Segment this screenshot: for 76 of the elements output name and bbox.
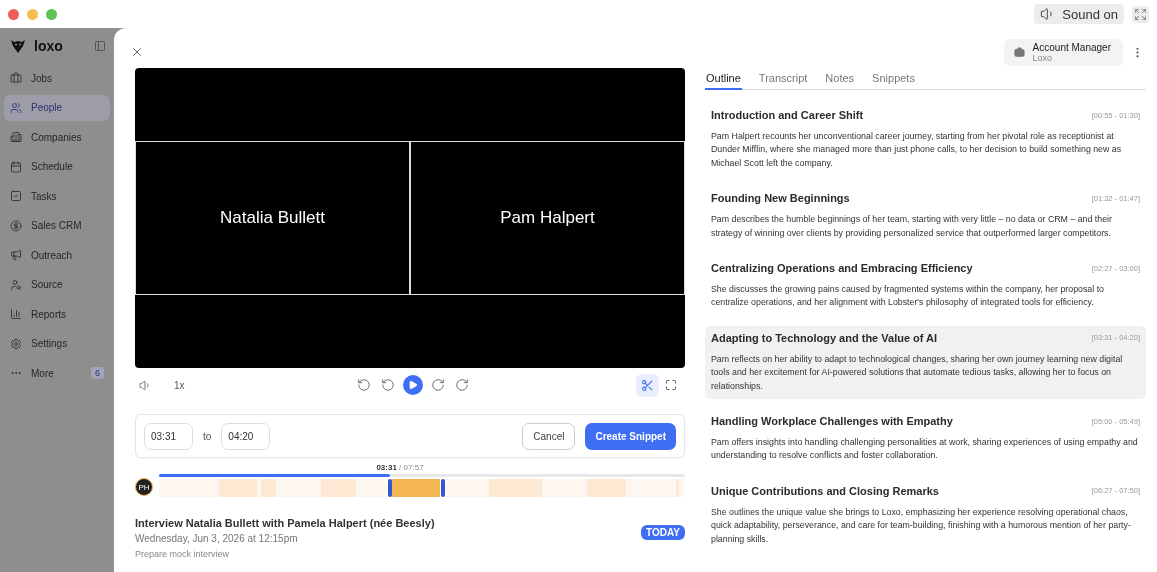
- meeting-note: Prepare mock interview: [135, 549, 231, 559]
- fullscreen-icon: [665, 379, 677, 391]
- section-title: Handling Workplace Challenges with Empathy: [711, 415, 953, 428]
- progress-track[interactable]: [159, 474, 685, 477]
- section-title: Adapting to Technology and the Value of AI: [711, 331, 938, 344]
- settings-icon: [10, 337, 22, 350]
- participant-tile: Pam Halpert: [410, 141, 685, 295]
- fullscreen-button[interactable]: [1132, 5, 1149, 23]
- start-time-field[interactable]: 03:31: [144, 422, 193, 450]
- rotate-right-icon: [455, 378, 470, 392]
- section-summary: She outlines the unique value she brings to Loxo, emphasizing her experience resolving operational chaos, quick adaptability, perseverance, and care for team-building, finishing with a humorous mention of her party-planning skills.: [711, 505, 1132, 546]
- sidebar-toggle-icon[interactable]: [94, 40, 106, 52]
- clip-button[interactable]: [636, 373, 659, 397]
- selection-end-handle[interactable]: [441, 479, 446, 497]
- rotate-left-icon: [357, 378, 372, 392]
- sound-toggle-button[interactable]: Sound on: [1034, 4, 1124, 24]
- rotate-right-icon: [431, 378, 446, 392]
- create-snippet-button[interactable]: Create Snippet: [585, 422, 676, 450]
- end-time-field[interactable]: 04:20: [221, 422, 271, 450]
- speaker-avatar: PH: [135, 478, 153, 496]
- sidebar-item[interactable]: More 6: [4, 360, 110, 387]
- section-title: Founding New Beginnings: [711, 192, 850, 205]
- selection-start-handle[interactable]: [388, 479, 393, 497]
- people-icon: [10, 278, 22, 291]
- section-summary: Pam Halpert recounts her unconventional career journey, starting from her pivotal role as receptionist at Dunder Mifflin, where she managed more than just phone calls, to her decision to build something new as Michael Scott left the company.: [711, 130, 1123, 170]
- section-summary: Pam reflects on her ability to adapt to technological changes, sharing her own journey learning new digital tools and her excitement for AI-powered solutions that automate tedious tasks, allowing her to focus on relationships.: [711, 352, 1124, 393]
- calendar-icon: [10, 160, 22, 173]
- speaker-icon: [139, 378, 152, 392]
- sidebar-item[interactable]: Source: [4, 271, 110, 298]
- close-window-button[interactable]: [8, 8, 19, 20]
- count-badge: 6: [91, 367, 104, 380]
- sidebar-item[interactable]: Reports: [4, 301, 110, 328]
- speed-button[interactable]: 1x: [168, 378, 191, 392]
- participant-tile: Natalia Bullett: [135, 141, 410, 295]
- range-separator: to: [203, 430, 212, 442]
- section-title: Unique Contributions and Closing Remarks: [711, 484, 939, 497]
- today-badge: TODAY: [641, 525, 685, 540]
- bar-chart-icon: [10, 308, 22, 321]
- briefcase-icon: [1013, 46, 1025, 58]
- tab[interactable]: Outline: [705, 68, 742, 90]
- sidebar-item[interactable]: People: [4, 94, 110, 121]
- meeting-date: Wednesday, Jun 3, 2026 at 12:15pm: [135, 533, 299, 544]
- playback-time: 03:31 / 07:57: [375, 463, 425, 472]
- sidebar-item[interactable]: Schedule: [4, 153, 110, 180]
- scissors-icon: [641, 378, 654, 392]
- tab[interactable]: Snippets: [871, 68, 916, 90]
- fox-logo-icon: [10, 38, 26, 54]
- sidebar-item[interactable]: Outreach: [4, 242, 110, 269]
- section-summary: Pam describes the humble beginnings of her team, starting with very little – no data or CRM – and their strategy of winning over clients by providing personalized service that outperformed larger competitors.: [711, 213, 1113, 240]
- checklist-icon: [10, 190, 22, 203]
- rotate-left-icon: [381, 378, 396, 392]
- megaphone-icon: [10, 249, 22, 262]
- play-icon: [408, 380, 419, 390]
- account-chip[interactable]: Account Manager Loxo: [1003, 38, 1123, 66]
- section-title: Introduction and Career Shift: [711, 109, 864, 121]
- dollar-icon: [10, 219, 22, 232]
- tab[interactable]: Transcript: [757, 68, 809, 90]
- sidebar-item[interactable]: Jobs: [4, 65, 110, 92]
- section-title: Centralizing Operations and Embracing Efficiency: [711, 262, 973, 275]
- tab[interactable]: Notes: [824, 68, 856, 90]
- sidebar-item[interactable]: Tasks: [4, 183, 110, 210]
- briefcase-icon: [10, 72, 22, 85]
- people-icon: [10, 101, 22, 114]
- logo-text: loxo: [34, 38, 64, 54]
- expand-icon: [1134, 7, 1147, 21]
- close-icon: [130, 45, 144, 59]
- building-icon: [10, 131, 22, 144]
- sidebar-item[interactable]: Companies: [4, 124, 110, 151]
- meeting-title: Interview Natalia Bullett with Pamela Halpert (née Beesly): [135, 517, 436, 529]
- section-summary: Pam offers insights into handling challenging personalities at work, sharing experiences of using empathy and understanding to resolve conflicts and foster collaboration.: [711, 436, 1139, 463]
- section-summary: She discusses the growing pains caused by fragmented systems within the company, her proposal to centralize operations, and her alignment with Lobster's philosophy of integrated tools for efficiency.: [711, 283, 1105, 310]
- sidebar-item[interactable]: Sales CRM: [4, 212, 110, 239]
- maximize-window-button[interactable]: [46, 8, 57, 20]
- sidebar-item[interactable]: Settings: [4, 330, 110, 357]
- cancel-button[interactable]: Cancel: [522, 422, 576, 450]
- play-button[interactable]: [403, 375, 424, 395]
